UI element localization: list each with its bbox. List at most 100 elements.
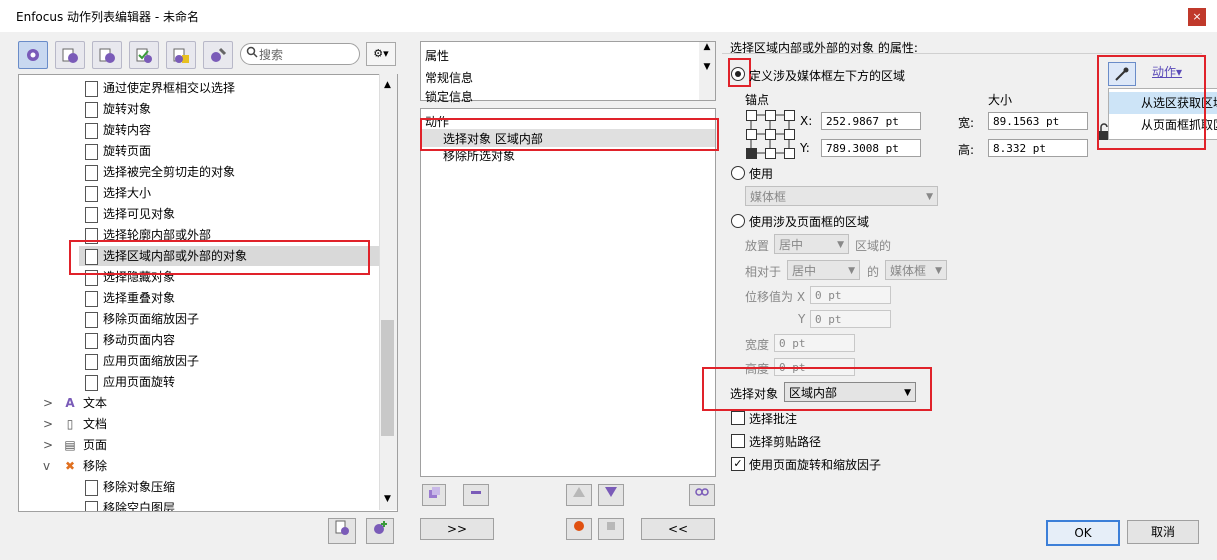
check-clip-path-label: 选择剪贴路径 (749, 435, 822, 449)
chevron-right-icon[interactable]: > (43, 414, 53, 434)
tree-scroll-thumb[interactable] (381, 320, 394, 436)
anchor-middle-right[interactable] (784, 129, 795, 140)
tree-item[interactable]: 应用页面旋转 (79, 372, 389, 392)
tree-item-label: 移除页面缩放因子 (103, 312, 200, 326)
chevron-right-icon[interactable]: > (43, 393, 53, 413)
tab-general[interactable]: 常规信息 (425, 69, 473, 86)
info-icon[interactable] (166, 41, 196, 69)
window-title: Enfocus 动作列表编辑器 - 未命名 (16, 10, 199, 24)
chevron-right-icon[interactable]: > (43, 435, 53, 455)
tree-item[interactable]: 旋转对象 (79, 99, 389, 119)
check-page-rotation[interactable]: ✓ (731, 457, 745, 471)
close-button[interactable]: × (1188, 8, 1206, 26)
tree-item[interactable]: 移除空白图层 (79, 498, 389, 512)
radio-page-box[interactable] (731, 214, 745, 228)
check-page-rotation-label: 使用页面旋转和缩放因子 (749, 458, 882, 472)
x-field[interactable]: 252.9867 pt (821, 112, 921, 130)
info-scrollbar[interactable]: ▲ ▼ (699, 42, 715, 100)
move-down-icon[interactable] (598, 484, 624, 506)
highlight-select (702, 367, 932, 411)
tree-item-label: 移除空白图层 (103, 501, 176, 512)
tree-item[interactable]: 应用页面缩放因子 (79, 351, 389, 371)
place-select: 居中 ▼ (774, 234, 849, 254)
use-box-value: 媒体框 (750, 190, 787, 204)
tree-item[interactable]: 通过使定界框相交以选择 (79, 78, 389, 98)
relative-value: 居中 (792, 264, 817, 278)
anchor-center[interactable] (765, 129, 776, 140)
wrench-icon[interactable] (55, 41, 85, 69)
y-field[interactable]: 789.3008 pt (821, 139, 921, 157)
check-annotations[interactable] (731, 411, 745, 425)
height-label: 高: (958, 143, 975, 157)
info-tab-list[interactable]: 属性 常规信息 锁定信息 ▲ ▼ (420, 41, 716, 104)
anchor-top-left[interactable] (746, 110, 757, 121)
move-icon[interactable] (422, 484, 446, 506)
tree-item[interactable]: 选择大小 (79, 183, 389, 203)
preview-icon[interactable] (689, 484, 715, 506)
tree-scrollbar[interactable]: ▲ ▼ (379, 74, 397, 510)
highlight-radio (728, 58, 751, 87)
chevron-down-icon: ▼ (837, 240, 844, 250)
width-field[interactable]: 89.1563 pt (988, 112, 1088, 130)
settings-icon[interactable] (203, 41, 233, 69)
tree-group[interactable]: v ✖ 移除 (41, 456, 381, 476)
anchor-top-right[interactable] (784, 110, 795, 121)
add-gear-icon[interactable] (366, 518, 394, 544)
anchor-bottom-left[interactable] (746, 148, 757, 159)
check-annotations-label: 选择批注 (749, 412, 798, 426)
highlight-actions-menu (1097, 55, 1206, 150)
anchor-grid[interactable] (746, 110, 795, 159)
cancel-button[interactable]: 取消 (1127, 520, 1199, 544)
radio-define-area-label: 定义涉及媒体框左下方的区域 (749, 69, 906, 83)
new-action-icon[interactable] (328, 518, 356, 544)
page-icon: ▤ (64, 438, 76, 452)
height-field[interactable]: 8.332 pt (988, 139, 1088, 157)
chevron-down-icon[interactable]: v (43, 456, 50, 476)
stop-icon[interactable] (598, 518, 624, 540)
remove-icon[interactable] (463, 484, 489, 506)
tree-item-label: 应用页面缩放因子 (103, 354, 200, 368)
tree-item[interactable]: 移动页面内容 (79, 330, 389, 350)
gear-category-icon[interactable] (18, 41, 48, 69)
add-forward-button[interactable]: >> (420, 518, 494, 540)
tree-item[interactable]: 选择可见对象 (79, 204, 389, 224)
anchor-label: 锚点 (745, 93, 770, 107)
anchor-top-center[interactable] (765, 110, 776, 121)
action-list[interactable]: 动作 选择对象 区域内部 移除所选对象 (420, 108, 716, 477)
move-up-icon[interactable] (566, 484, 592, 506)
tree-group[interactable]: > ▤ 页面 (41, 435, 381, 455)
of-label: 的 (867, 265, 880, 279)
document-icon (85, 81, 98, 97)
tree-group[interactable]: > ▯ 文档 (41, 414, 381, 434)
tab-lock[interactable]: 锁定信息 (425, 88, 473, 105)
relative-label: 相对于 (745, 265, 782, 279)
tree-item[interactable]: 移除对象压缩 (79, 477, 389, 497)
place-value: 居中 (779, 238, 804, 252)
tree-item[interactable]: 选择重叠对象 (79, 288, 389, 308)
check-clip-path[interactable] (731, 434, 745, 448)
anchor-bottom-right[interactable] (784, 148, 795, 159)
tree-item[interactable]: 移除页面缩放因子 (79, 309, 389, 329)
ok-button[interactable]: OK (1046, 520, 1120, 546)
anchor-bottom-center[interactable] (765, 148, 776, 159)
tree-item[interactable]: 选择被完全剪切走的对象 (79, 162, 389, 182)
check-icon[interactable] (129, 41, 159, 69)
refresh-icon[interactable] (92, 41, 122, 69)
search-input[interactable] (240, 43, 360, 65)
search-placeholder: 搜索 (259, 48, 284, 62)
back-button[interactable]: << (641, 518, 715, 540)
tree-item[interactable]: 旋转内容 (79, 120, 389, 140)
tab-properties[interactable]: 属性 (425, 47, 449, 64)
tree-group[interactable]: > A 文本 (41, 393, 381, 413)
chevron-down-icon: ▼ (926, 192, 933, 202)
gear-dropdown-button[interactable]: ⚙▾ (366, 42, 396, 66)
heading-divider (722, 53, 1202, 54)
record-icon[interactable] (566, 518, 592, 540)
y-label: Y: (800, 141, 810, 155)
document-icon (85, 102, 98, 118)
action-tree[interactable]: 通过使定界框相交以选择 旋转对象 旋转内容 旋转页面 选择被完全剪切走的对象 选择大小 选择… (18, 74, 398, 512)
radio-use[interactable] (731, 166, 745, 180)
tree-item[interactable]: 旋转页面 (79, 141, 389, 161)
chevron-down-icon: ▼ (848, 266, 855, 276)
anchor-middle-left[interactable] (746, 129, 757, 140)
